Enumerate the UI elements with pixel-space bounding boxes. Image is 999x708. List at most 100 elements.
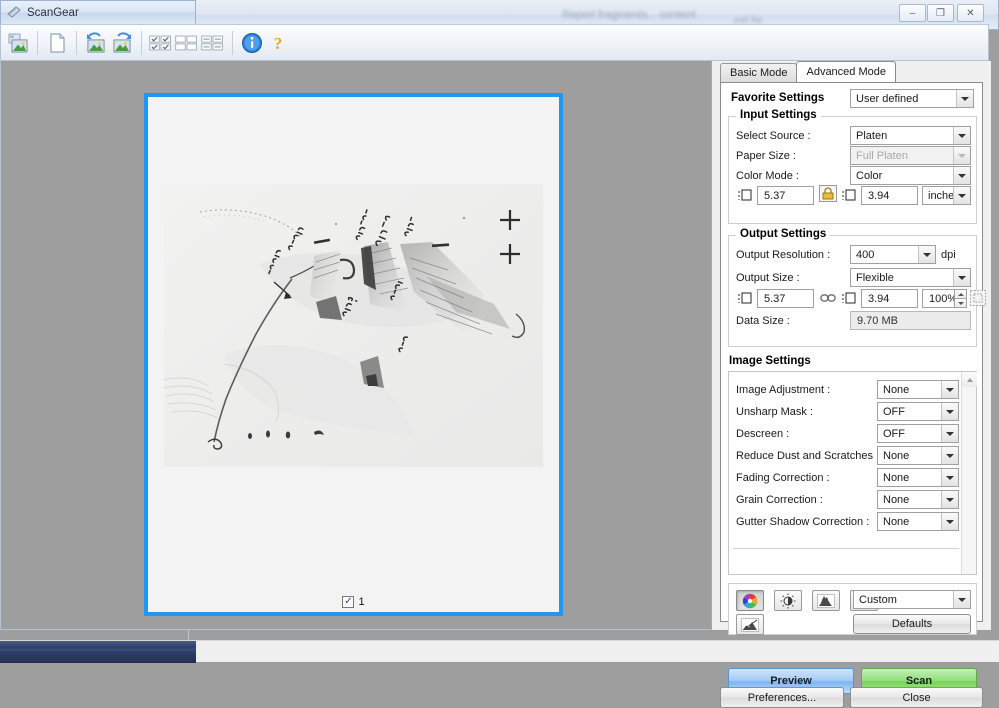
chevron-down-icon[interactable] <box>956 90 973 107</box>
image-setting-label-4: Fading Correction : <box>736 472 830 484</box>
settings-panel: Basic Mode Advanced Mode Favorite Settin… <box>711 61 990 630</box>
image-setting-select-1[interactable]: OFF <box>877 402 959 421</box>
image-setting-value-6: None <box>883 516 909 528</box>
input-height-field[interactable]: 3.94 <box>861 186 918 205</box>
tab-basic-mode[interactable]: Basic Mode <box>720 63 797 82</box>
scangear-titlebar: ScanGear <box>0 0 196 24</box>
output-height-dimension-icon <box>842 291 856 308</box>
auto-crop-icon[interactable] <box>5 28 31 57</box>
image-setting-select-2[interactable]: OFF <box>877 424 959 443</box>
chevron-down-icon[interactable] <box>918 246 935 263</box>
clear-crop-icon[interactable] <box>44 28 70 57</box>
color-mode-select[interactable]: Color <box>850 166 971 185</box>
color-mode-value: Color <box>856 170 882 182</box>
chevron-down-icon[interactable] <box>941 403 958 420</box>
chevron-down-icon[interactable] <box>953 127 970 144</box>
rotate-right-icon[interactable] <box>109 28 135 57</box>
information-icon[interactable] <box>239 28 265 57</box>
image-setting-select-6[interactable]: None <box>877 512 959 531</box>
histogram-icon[interactable] <box>812 590 840 611</box>
chevron-down-icon[interactable] <box>941 425 958 442</box>
chevron-down-icon[interactable] <box>953 591 970 608</box>
image-setting-value-3: None <box>883 450 909 462</box>
scangear-body: ✓ 1 Basic Mode Advanced Mode Favorite Se… <box>0 61 989 630</box>
image-settings-title: Image Settings <box>729 355 811 367</box>
favorite-settings-value: User defined <box>856 93 918 105</box>
settings-panel-inner: Basic Mode Advanced Mode Favorite Settin… <box>712 61 991 630</box>
taskbar-active-item-lower[interactable] <box>0 651 196 663</box>
rotate-left-icon[interactable] <box>83 28 109 57</box>
scale-spinner-down-icon[interactable] <box>954 299 967 308</box>
image-setting-select-5[interactable]: None <box>877 490 959 509</box>
output-size-select[interactable]: Flexible <box>850 268 971 287</box>
toolbar-divider-4 <box>232 31 233 55</box>
brightness-contrast-icon[interactable] <box>774 590 802 611</box>
paper-size-select: Full Platen <box>850 146 971 165</box>
svg-text:?: ? <box>274 34 283 53</box>
favorite-settings-title: Favorite Settings <box>731 92 824 104</box>
preferences-button[interactable]: Preferences... <box>720 687 844 708</box>
color-preset-select[interactable]: Custom <box>853 590 971 609</box>
check-all-frames-icon[interactable] <box>148 28 174 57</box>
input-width-field[interactable]: 5.37 <box>757 186 814 205</box>
toolbar-divider-3 <box>141 31 142 55</box>
output-size-value: Flexible <box>856 272 894 284</box>
scangear-logo-icon <box>7 5 22 20</box>
image-setting-select-0[interactable]: None <box>877 380 959 399</box>
image-setting-label-5: Grain Correction : <box>736 494 823 506</box>
taskbar-active-item[interactable] <box>0 641 196 651</box>
dpi-unit-label: dpi <box>941 249 956 261</box>
aspect-lock-icon[interactable] <box>819 185 837 205</box>
preview-selection-frame[interactable]: ✓ 1 <box>144 93 563 616</box>
output-resolution-value: 400 <box>856 249 874 261</box>
image-setting-value-2: OFF <box>883 428 905 440</box>
chevron-down-icon[interactable] <box>941 381 958 398</box>
final-review-icon[interactable] <box>736 614 764 635</box>
color-preset-value: Custom <box>859 594 897 606</box>
output-resolution-select[interactable]: 400 <box>850 245 936 264</box>
help-icon[interactable]: ? <box>265 28 291 57</box>
favorite-settings-select[interactable]: User defined <box>850 89 974 108</box>
mirror-frames-icon[interactable] <box>200 28 226 57</box>
scale-spinner[interactable] <box>954 289 967 308</box>
image-setting-select-3[interactable]: None <box>877 446 959 465</box>
image-setting-label-0: Image Adjustment : <box>736 384 830 396</box>
output-width-field[interactable]: 5.37 <box>757 289 814 308</box>
uncheck-all-frames-icon[interactable] <box>174 28 200 57</box>
tab-advanced-mode[interactable]: Advanced Mode <box>796 61 896 82</box>
image-setting-label-6: Gutter Shadow Correction : <box>736 516 869 528</box>
data-size-value: 9.70 MB <box>850 311 971 330</box>
image-setting-value-4: None <box>883 472 909 484</box>
chevron-down-icon[interactable] <box>941 513 958 530</box>
chevron-down-icon[interactable] <box>941 491 958 508</box>
defaults-button[interactable]: Defaults <box>853 614 971 634</box>
input-units-select[interactable]: inches <box>922 186 971 205</box>
chevron-down-icon[interactable] <box>953 269 970 286</box>
saturation-color-balance-icon[interactable] <box>736 590 764 611</box>
chevron-down-icon[interactable] <box>941 447 958 464</box>
chevron-down-icon <box>953 147 970 164</box>
image-setting-label-2: Descreen : <box>736 428 789 440</box>
frame-checkbox[interactable]: ✓ <box>342 596 354 608</box>
select-source-select[interactable]: Platen <box>850 126 971 145</box>
taskbar <box>0 640 999 662</box>
image-setting-value-0: None <box>883 384 909 396</box>
image-setting-value-1: OFF <box>883 406 905 418</box>
chain-link-icon[interactable] <box>820 293 836 306</box>
close-button[interactable]: Close <box>850 687 983 708</box>
output-height-field[interactable]: 3.94 <box>861 289 918 308</box>
output-size-grid-icon[interactable] <box>970 290 986 309</box>
color-mode-label: Color Mode : <box>736 170 799 182</box>
chevron-down-icon[interactable] <box>953 187 970 204</box>
color-tools-group: Custom Defaults <box>728 583 977 635</box>
scale-spinner-up-icon[interactable] <box>954 289 967 299</box>
image-setting-select-4[interactable]: None <box>877 468 959 487</box>
chevron-down-icon[interactable] <box>953 167 970 184</box>
scroll-up-arrow-icon[interactable] <box>962 372 977 387</box>
select-source-value: Platen <box>856 130 887 142</box>
image-settings-scrollbar[interactable] <box>961 372 976 574</box>
scangear-toolbar: ? <box>0 24 989 61</box>
chevron-down-icon[interactable] <box>941 469 958 486</box>
image-setting-label-1: Unsharp Mask : <box>736 406 813 418</box>
frame-selection-checkbox-group[interactable]: ✓ 1 <box>148 596 559 608</box>
